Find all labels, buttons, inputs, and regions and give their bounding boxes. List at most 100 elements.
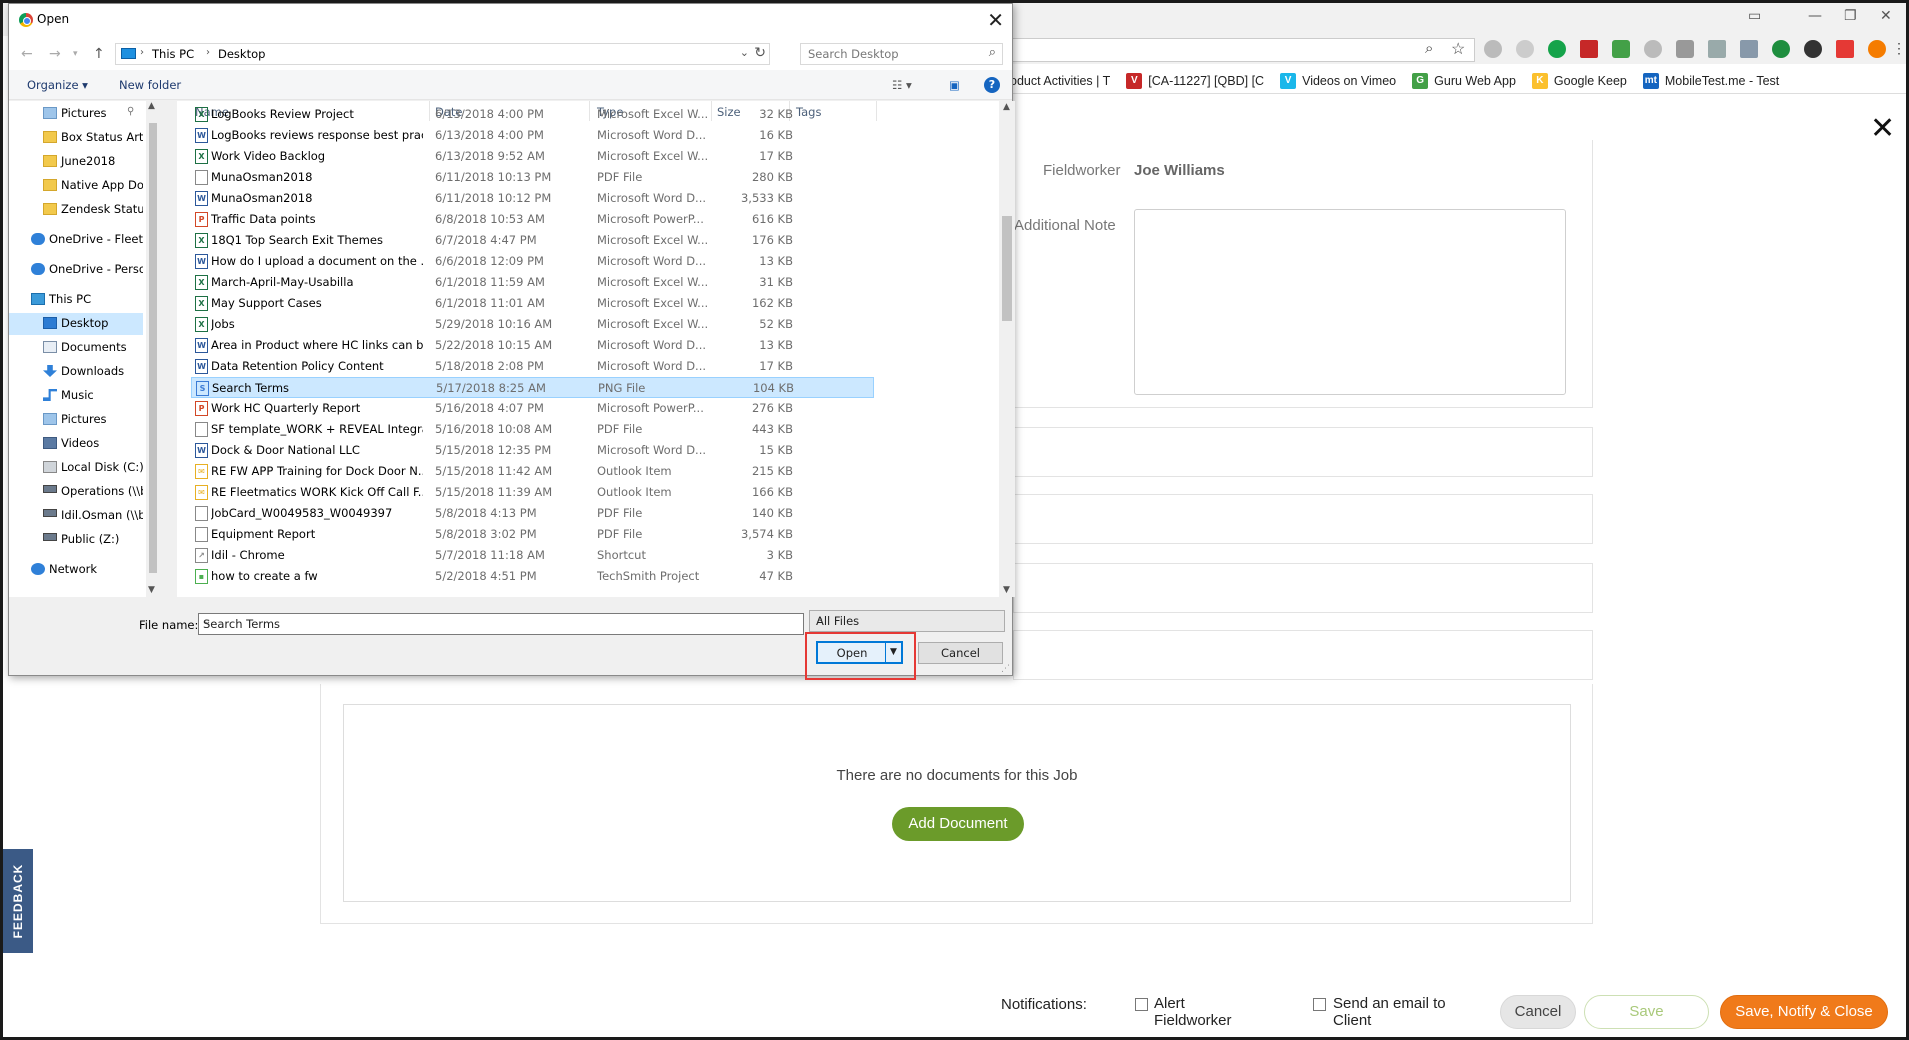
chevron-down-icon[interactable]: ⌄ [816, 613, 998, 624]
sync-icon[interactable] [1804, 40, 1822, 58]
file-row[interactable]: W MunaOsman2018 6/11/2018 10:12 PM Microsof… [191, 188, 874, 209]
nav-item-onedrive-persor[interactable]: OneDrive - Persor [9, 259, 143, 281]
bookmark-item[interactable]: K Google Keep [1531, 72, 1627, 89]
chevron-right-icon[interactable]: › [206, 47, 210, 58]
star-icon[interactable]: ☆ [1451, 39, 1465, 59]
dialog-close-button[interactable]: ✕ [987, 8, 1004, 32]
nav-item-local-disk-c[interactable]: Local Disk (C:) [9, 457, 143, 479]
dialog-cancel-button[interactable]: Cancel [918, 642, 1003, 664]
additional-note-textarea[interactable] [1134, 209, 1566, 395]
breadcrumb-this-pc[interactable]: This PC [152, 47, 194, 61]
nav-item-native-app-docs[interactable]: Native App Docs [9, 175, 143, 197]
scroll-down-icon[interactable]: ▼ [148, 585, 155, 595]
file-row[interactable]: Equipment Report 5/8/2018 3:02 PM PDF File… [191, 524, 874, 545]
scroll-up-icon[interactable]: ▲ [1003, 102, 1010, 112]
column-divider[interactable] [876, 101, 877, 121]
file-row[interactable]: ✉ RE Fleetmatics WORK Kick Off Call F... 5… [191, 482, 874, 503]
organize-button[interactable]: Organize ▾ [27, 78, 88, 92]
forward-arrow-icon[interactable]: → [49, 46, 61, 62]
file-row[interactable]: ▪ how to create a fw 5/2/2018 4:51 PM TechS… [191, 566, 874, 587]
open-button[interactable]: Open ▼ [816, 641, 903, 664]
address-bar[interactable] [1010, 38, 1475, 62]
send-email-checkbox[interactable] [1313, 998, 1326, 1011]
file-row[interactable]: W How do I upload a document on the ... 6/… [191, 251, 874, 272]
bookmark-item[interactable]: V Videos on Vimeo [1280, 72, 1396, 89]
extension-icon[interactable] [1868, 40, 1886, 58]
feedback-tab[interactable]: FEEDBACK [3, 849, 33, 953]
bookmark-item[interactable]: mt MobileTest.me - Test [1642, 72, 1779, 89]
file-row[interactable]: X 18Q1 Top Search Exit Themes 6/7/2018 4:4… [191, 230, 874, 251]
file-list-scrollbar[interactable]: ▲ ▼ [999, 101, 1015, 597]
file-row[interactable]: W Area in Product where HC links can b...… [191, 335, 874, 356]
chevron-down-icon[interactable]: ⌄ [203, 616, 798, 627]
cancel-button[interactable]: Cancel [1500, 995, 1576, 1029]
nav-item-box-status-articl[interactable]: Box Status Articl [9, 127, 143, 149]
nav-item-network[interactable]: Network [9, 559, 143, 581]
file-row[interactable]: P Traffic Data points 6/8/2018 10:53 AM Mic… [191, 209, 874, 230]
bookmark-item[interactable]: oduct Activities | T [1010, 74, 1110, 88]
file-list-scroll-thumb[interactable] [1002, 216, 1012, 321]
breadcrumb-desktop[interactable]: Desktop [218, 47, 265, 61]
file-row[interactable]: W Data Retention Policy Content 5/18/2018 … [191, 356, 874, 377]
chevron-down-icon[interactable]: ⌄ [740, 46, 749, 59]
chevron-right-icon[interactable]: › [140, 47, 144, 58]
scroll-down-icon[interactable]: ▼ [1003, 585, 1010, 595]
nav-item-public-z[interactable]: Public (Z:) [9, 529, 143, 551]
open-split-dropdown-icon[interactable]: ▼ [885, 643, 901, 662]
nav-item-desktop[interactable]: Desktop [9, 313, 143, 335]
file-type-filter[interactable]: All Files ⌄ [809, 610, 1005, 632]
resize-grip-icon[interactable]: ⋰ [1001, 664, 1010, 674]
file-row[interactable]: S Search Terms 5/17/2018 8:25 AM PNG File 10… [191, 377, 874, 398]
nav-item-idil-osman-bc[interactable]: Idil.Osman (\\bc [9, 505, 143, 527]
new-folder-button[interactable]: New folder [119, 78, 181, 92]
nav-item-pictures[interactable]: Pictures ⚲ [9, 103, 143, 125]
add-document-button[interactable]: Add Document [892, 807, 1024, 841]
nav-item-videos[interactable]: Videos [9, 433, 143, 455]
back-arrow-icon[interactable]: ← [21, 46, 33, 62]
file-row[interactable]: JobCard_W0049583_W0049397 5/8/2018 4:13 P… [191, 503, 874, 524]
file-row[interactable]: X Jobs 5/29/2018 10:16 AM Microsoft Excel W… [191, 314, 874, 335]
refresh-icon[interactable]: ↻ [754, 45, 766, 61]
alert-fieldworker-checkbox[interactable] [1135, 998, 1148, 1011]
breadcrumb[interactable]: › This PC › Desktop ⌄ ↻ [115, 43, 770, 65]
help-icon[interactable]: ? [984, 77, 1000, 93]
navigation-scrollbar[interactable]: ▲ ▼ [146, 101, 160, 597]
close-page-button[interactable]: ✕ [1870, 114, 1895, 144]
nav-item-zendesk-status-a[interactable]: Zendesk Status A [9, 199, 143, 221]
extension-icon[interactable] [1644, 40, 1662, 58]
file-row[interactable]: P Work HC Quarterly Report 5/16/2018 4:07 … [191, 398, 874, 419]
save-notify-close-button[interactable]: Save, Notify & Close [1720, 995, 1888, 1029]
nav-item-documents[interactable]: Documents [9, 337, 143, 359]
up-arrow-icon[interactable]: ↑ [93, 46, 105, 62]
scroll-up-icon[interactable]: ▲ [148, 101, 155, 111]
nav-item-this-pc[interactable]: This PC [9, 289, 143, 311]
file-row[interactable]: SF template_WORK + REVEAL Integra... 5/16… [191, 419, 874, 440]
bookmark-item[interactable]: G Guru Web App [1412, 72, 1516, 89]
file-row[interactable]: X March-April-May-Usabilla 6/1/2018 11:59 … [191, 272, 874, 293]
nav-item-operations-bc[interactable]: Operations (\\bc [9, 481, 143, 503]
file-row[interactable]: MunaOsman2018 6/11/2018 10:13 PM PDF File 2… [191, 167, 874, 188]
pin-icon[interactable]: ⚲ [127, 106, 134, 117]
preview-pane-icon[interactable]: ▣ [949, 78, 960, 92]
nav-item-onedrive-fleetm[interactable]: OneDrive - Fleetm [9, 229, 143, 251]
bookmark-item[interactable]: V [CA-11227] [QBD] [C [1126, 72, 1264, 89]
grammarly-icon[interactable] [1548, 40, 1566, 58]
menu-icon[interactable]: ⋮ [1892, 40, 1906, 57]
nav-item-music[interactable]: Music [9, 385, 143, 407]
extension-icon[interactable] [1484, 40, 1502, 58]
restore-button[interactable]: ❐ [1844, 8, 1857, 24]
file-row[interactable]: X Work Video Backlog 6/13/2018 9:52 AM Micr… [191, 146, 874, 167]
browser-profile-icon[interactable]: ▭ [1748, 8, 1761, 24]
extension-icon[interactable] [1740, 40, 1758, 58]
minimize-button[interactable]: — [1808, 8, 1822, 24]
zoom-search-icon[interactable]: ⌕ [1425, 40, 1433, 57]
file-row[interactable]: X May Support Cases 6/1/2018 11:01 AM Micro… [191, 293, 874, 314]
file-name-input[interactable]: Search Terms ⌄ [198, 613, 804, 635]
nav-item-downloads[interactable]: Downloads [9, 361, 143, 383]
nav-item-june2018[interactable]: June2018 [9, 151, 143, 173]
search-input[interactable]: Search Desktop ⌕ [800, 43, 1003, 65]
pdf-extension-icon[interactable] [1580, 40, 1598, 58]
nav-scroll-thumb[interactable] [149, 123, 157, 573]
file-row[interactable]: W LogBooks reviews response best prac... 6… [191, 125, 874, 146]
extension-icon[interactable] [1516, 40, 1534, 58]
